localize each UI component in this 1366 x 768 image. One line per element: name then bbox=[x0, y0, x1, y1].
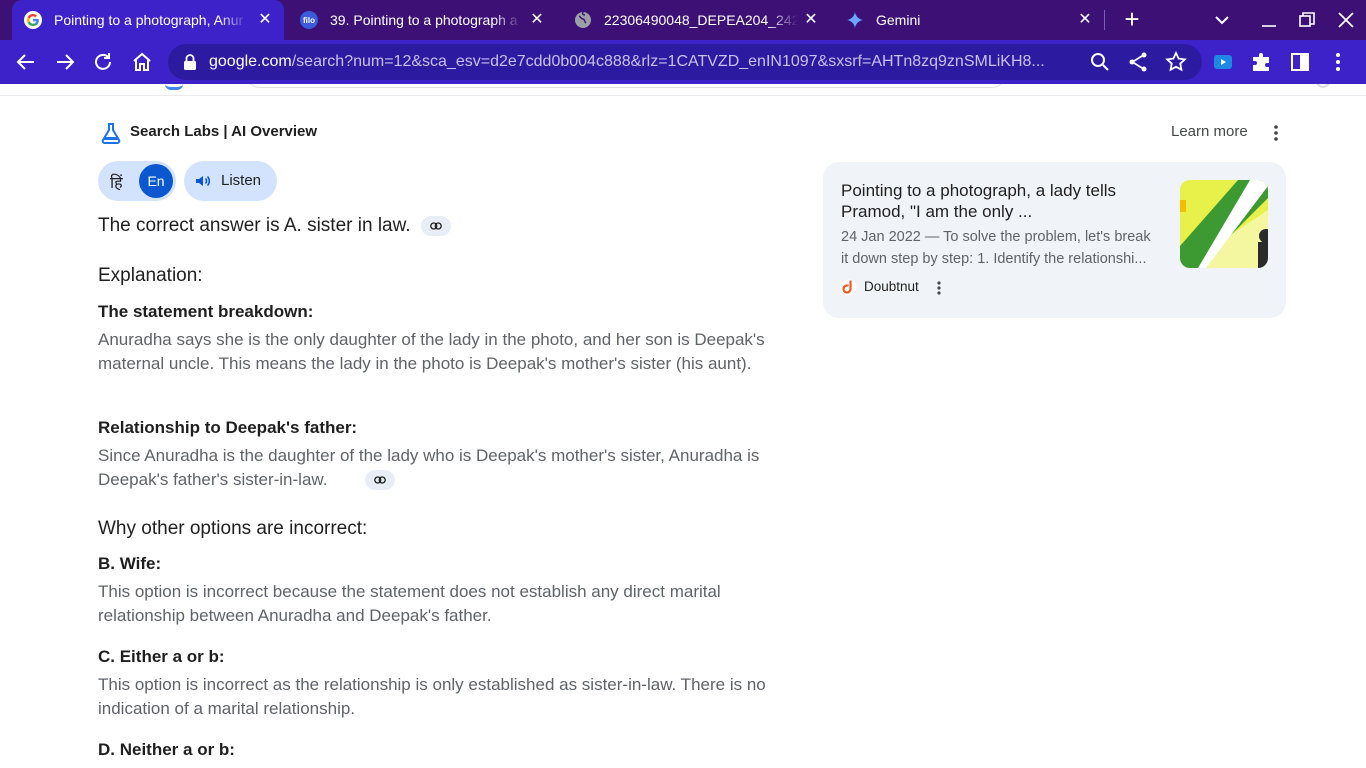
doubtnut-icon bbox=[840, 279, 857, 296]
snippet-line: it down step by step: 1. Identify the re… bbox=[841, 251, 1147, 267]
google-logo bbox=[165, 84, 183, 90]
lock-icon[interactable] bbox=[183, 53, 197, 71]
screencast-extension-icon[interactable] bbox=[1211, 50, 1235, 74]
close-tab-icon[interactable]: ✕ bbox=[1076, 11, 1094, 29]
tab-gemini[interactable]: Gemini ✕ bbox=[836, 0, 1104, 40]
snippet-line: 24 Jan 2022 — To solve the problem, let'… bbox=[841, 229, 1151, 245]
home-icon[interactable] bbox=[130, 50, 154, 74]
option-heading: D. Neither a or b: bbox=[98, 740, 235, 759]
search-icon[interactable] bbox=[1088, 50, 1112, 74]
tab-google-search[interactable]: Pointing to a photograph, Anur ✕ bbox=[12, 0, 284, 40]
globe-icon bbox=[574, 11, 592, 29]
source-name[interactable]: Doubtnut bbox=[864, 279, 919, 294]
new-tab-plus-icon[interactable]: + bbox=[1118, 6, 1146, 34]
tab-title: Gemini bbox=[876, 12, 921, 28]
gemini-sparkle-icon bbox=[846, 11, 864, 29]
tab-separator bbox=[1104, 10, 1105, 30]
more-options-icon[interactable] bbox=[1268, 124, 1284, 142]
video-thumbnail-image[interactable] bbox=[1180, 180, 1268, 268]
tab-filo[interactable]: filo 39. Pointing to a photograph a ✕ bbox=[288, 0, 556, 40]
option-body: This option is incorrect because the sta… bbox=[98, 582, 721, 625]
answer-text: The correct answer is A. sister in law. bbox=[98, 215, 411, 236]
forward-arrow-icon[interactable] bbox=[53, 50, 77, 74]
header-divider bbox=[0, 95, 1366, 96]
url-path: /search?num=12&sca_esv=d2e7cdd0b004c888&… bbox=[291, 53, 1045, 70]
reload-icon[interactable] bbox=[91, 50, 115, 74]
extensions-puzzle-icon[interactable] bbox=[1249, 50, 1273, 74]
section-heading: Relationship to Deepak's father: bbox=[98, 418, 358, 437]
close-tab-icon[interactable]: ✕ bbox=[802, 11, 820, 29]
search-labs-flask-icon bbox=[101, 123, 121, 144]
back-arrow-icon[interactable] bbox=[14, 50, 38, 74]
close-window-icon[interactable] bbox=[1334, 8, 1358, 32]
chevron-down-icon[interactable] bbox=[1212, 10, 1232, 30]
source-link-chip[interactable] bbox=[421, 216, 451, 236]
section-heading: The statement breakdown: bbox=[98, 302, 314, 321]
option-heading: B. Wife: bbox=[98, 554, 162, 573]
option-heading: C. Either a or b: bbox=[98, 647, 225, 666]
explanation-heading: Explanation: bbox=[98, 265, 203, 286]
link-icon bbox=[430, 222, 442, 230]
option-body: This option is incorrect as the relation… bbox=[98, 675, 766, 718]
search-results-page: Search Labs | AI Overview Learn more हिं… bbox=[0, 84, 1366, 768]
language-english-button[interactable]: En bbox=[139, 164, 173, 198]
search-box[interactable] bbox=[246, 84, 1006, 88]
source-card-snippet: 24 Jan 2022 — To solve the problem, let'… bbox=[841, 226, 1167, 270]
bookmark-star-icon[interactable] bbox=[1164, 50, 1188, 74]
side-panel-icon[interactable] bbox=[1288, 50, 1312, 74]
account-avatar[interactable] bbox=[1316, 84, 1330, 88]
url-text[interactable]: google.com/search?num=12&sca_esv=d2e7cdd… bbox=[209, 52, 1081, 72]
tab-strip: Pointing to a photograph, Anur ✕ filo 39… bbox=[0, 0, 1366, 40]
restore-icon[interactable] bbox=[1295, 8, 1319, 32]
link-icon bbox=[374, 476, 386, 484]
section-body: Since Anuradha is the daughter of the la… bbox=[98, 446, 760, 489]
language-hindi-button[interactable]: हिं bbox=[110, 171, 123, 193]
speaker-icon bbox=[196, 175, 211, 187]
close-tab-icon[interactable]: ✕ bbox=[256, 11, 274, 29]
other-options-heading: Why other options are incorrect: bbox=[98, 518, 368, 539]
close-tab-icon[interactable]: ✕ bbox=[528, 11, 546, 29]
share-icon[interactable] bbox=[1126, 50, 1150, 74]
tab-document[interactable]: 22306490048_DEPEA204_242 ✕ bbox=[562, 0, 830, 40]
filo-icon: filo bbox=[300, 11, 318, 29]
section-body: Anuradha says she is the only daughter o… bbox=[98, 330, 765, 373]
source-link-chip[interactable] bbox=[365, 470, 395, 490]
tab-title: 22306490048_DEPEA204_242 bbox=[604, 12, 798, 28]
browser-menu-icon[interactable] bbox=[1326, 50, 1350, 74]
more-options-icon[interactable] bbox=[933, 280, 945, 296]
google-g-icon bbox=[24, 11, 42, 29]
listen-label: Listen bbox=[221, 172, 262, 189]
tab-title: 39. Pointing to a photograph a bbox=[330, 12, 518, 28]
url-host: google.com bbox=[209, 53, 292, 70]
tab-title: Pointing to a photograph, Anur bbox=[54, 12, 244, 28]
ai-overview-title: Search Labs | AI Overview bbox=[130, 123, 318, 140]
learn-more-link[interactable]: Learn more bbox=[1171, 123, 1248, 140]
source-card-title[interactable]: Pointing to a photograph, a lady tells P… bbox=[841, 180, 1161, 222]
minimize-icon[interactable] bbox=[1257, 8, 1281, 32]
